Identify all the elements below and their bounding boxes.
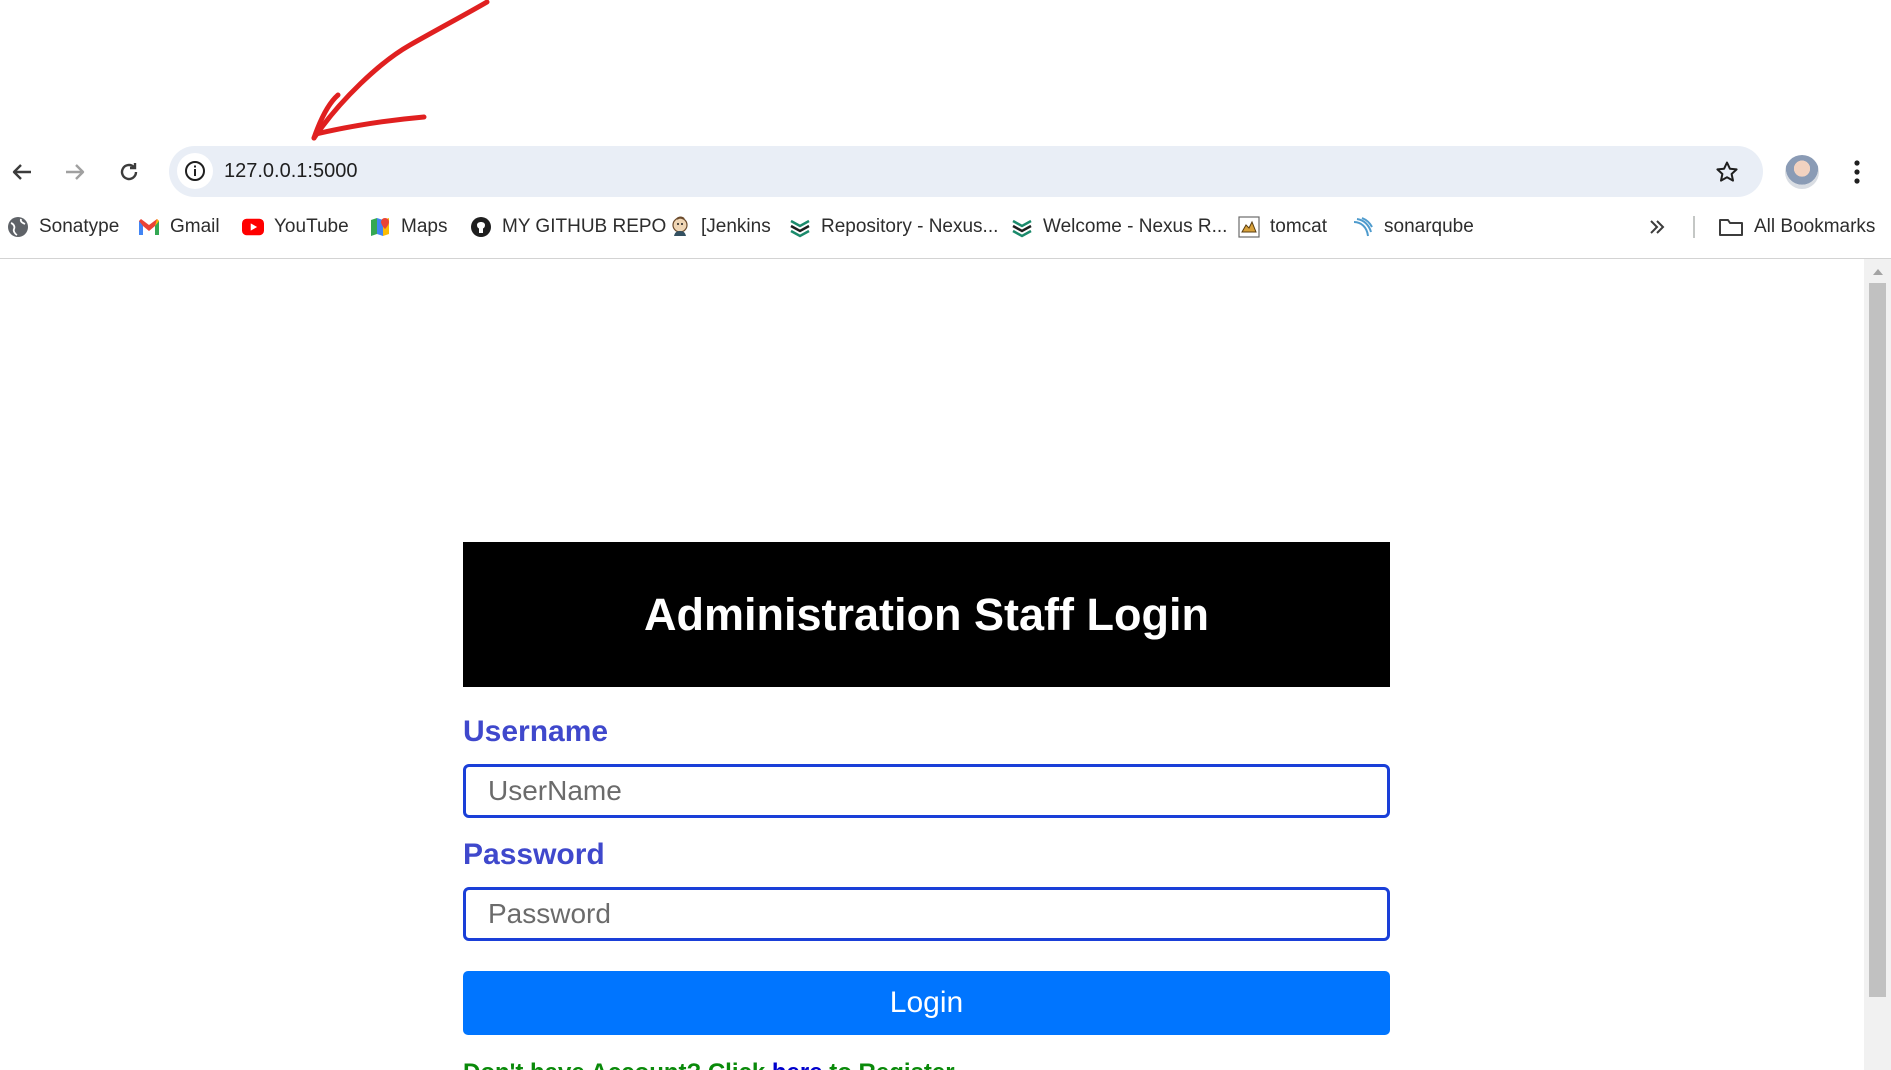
page-scrollbar[interactable] <box>1864 259 1891 1070</box>
forward-button[interactable] <box>55 146 95 198</box>
page-title: Administration Staff Login <box>644 588 1209 640</box>
jenkins-icon <box>669 216 691 238</box>
forward-arrow-icon <box>66 164 85 180</box>
bookmark-label: Welcome - Nexus R... <box>1043 216 1228 237</box>
globe-icon <box>7 216 29 238</box>
youtube-icon <box>242 216 264 238</box>
reload-button[interactable] <box>109 146 149 198</box>
bookmark-github-repo[interactable]: MY GITHUB REPO <box>470 207 666 247</box>
nexus-icon <box>1011 216 1033 238</box>
register-prefix-text: Don't have Account? Click <box>463 1059 772 1070</box>
all-bookmarks-button[interactable]: All Bookmarks <box>1718 207 1875 247</box>
register-link[interactable]: here <box>772 1059 823 1070</box>
vertical-dots-icon <box>1854 160 1860 184</box>
github-icon <box>470 216 492 238</box>
bookmark-label: tomcat <box>1270 216 1328 237</box>
bookmark-jenkins[interactable]: [Jenkins <box>669 207 771 247</box>
bookmark-label: Gmail <box>170 216 220 237</box>
maps-icon <box>369 216 391 238</box>
tomcat-icon <box>1238 216 1260 238</box>
back-button[interactable] <box>2 146 42 198</box>
bookmarks-bar: Sonatype Gmail YouTube Maps MY GITHUB RE… <box>0 207 1891 247</box>
red-arrow-annotation <box>311 0 490 141</box>
browser-menu-button[interactable] <box>1840 146 1874 198</box>
bookmark-label: [Jenkins <box>701 216 771 237</box>
scroll-up-arrow-icon[interactable] <box>1864 259 1891 283</box>
username-input[interactable] <box>463 764 1390 818</box>
folder-icon <box>1718 216 1744 238</box>
username-label: Username <box>463 715 609 748</box>
nexus-icon <box>789 216 811 238</box>
login-header: Administration Staff Login <box>463 542 1390 687</box>
bookmark-label: MY GITHUB REPO <box>502 216 667 237</box>
bookmark-label: Repository - Nexus... <box>821 216 999 237</box>
bookmark-label: Maps <box>401 216 448 237</box>
page-viewport: Administration Staff Login Username Pass… <box>0 259 1864 1070</box>
bookmark-gmail[interactable]: Gmail <box>138 207 220 247</box>
bookmark-label: YouTube <box>274 216 349 237</box>
address-bar[interactable]: 127.0.0.1:5000 <box>169 146 1763 197</box>
bookmark-repository-nexus[interactable]: Repository - Nexus... <box>789 207 998 247</box>
more-bookmarks-button[interactable] <box>1648 207 1666 247</box>
bookmark-sonarqube[interactable]: sonarqube <box>1352 207 1474 247</box>
register-suffix-text: to Register <box>823 1059 954 1070</box>
site-info-icon[interactable] <box>177 153 213 189</box>
reload-icon <box>120 163 138 181</box>
gmail-icon <box>138 216 160 238</box>
bookmark-label: sonarqube <box>1384 216 1474 237</box>
sonarqube-icon <box>1352 216 1374 238</box>
bookmark-tomcat[interactable]: tomcat <box>1238 207 1327 247</box>
bookmark-label: Sonatype <box>39 216 120 237</box>
login-button[interactable]: Login <box>463 971 1390 1035</box>
scrollbar-thumb[interactable] <box>1869 283 1886 997</box>
screenshot: 127.0.0.1:5000 Sonatype Gmail YouTube Ma… <box>0 0 1891 1070</box>
bookmark-youtube[interactable]: YouTube <box>242 207 349 247</box>
password-label: Password <box>463 838 605 871</box>
register-prompt: Don't have Account? Click here to Regist… <box>463 1059 1390 1070</box>
double-chevron-right-icon <box>1650 220 1665 234</box>
login-form: Administration Staff Login Username Pass… <box>463 542 1390 1070</box>
profile-avatar[interactable] <box>1785 155 1819 189</box>
bookmark-maps[interactable]: Maps <box>369 207 447 247</box>
back-arrow-icon <box>12 164 31 180</box>
browser-toolbar: 127.0.0.1:5000 <box>0 146 1891 198</box>
password-input[interactable] <box>463 887 1390 941</box>
bookmarks-separator <box>1693 216 1695 238</box>
bookmark-welcome-nexus[interactable]: Welcome - Nexus R... <box>1011 207 1227 247</box>
all-bookmarks-label: All Bookmarks <box>1754 216 1876 237</box>
url-text[interactable]: 127.0.0.1:5000 <box>224 146 357 197</box>
bookmark-sonatype[interactable]: Sonatype <box>7 207 119 247</box>
bookmark-star-icon[interactable] <box>1709 146 1745 197</box>
